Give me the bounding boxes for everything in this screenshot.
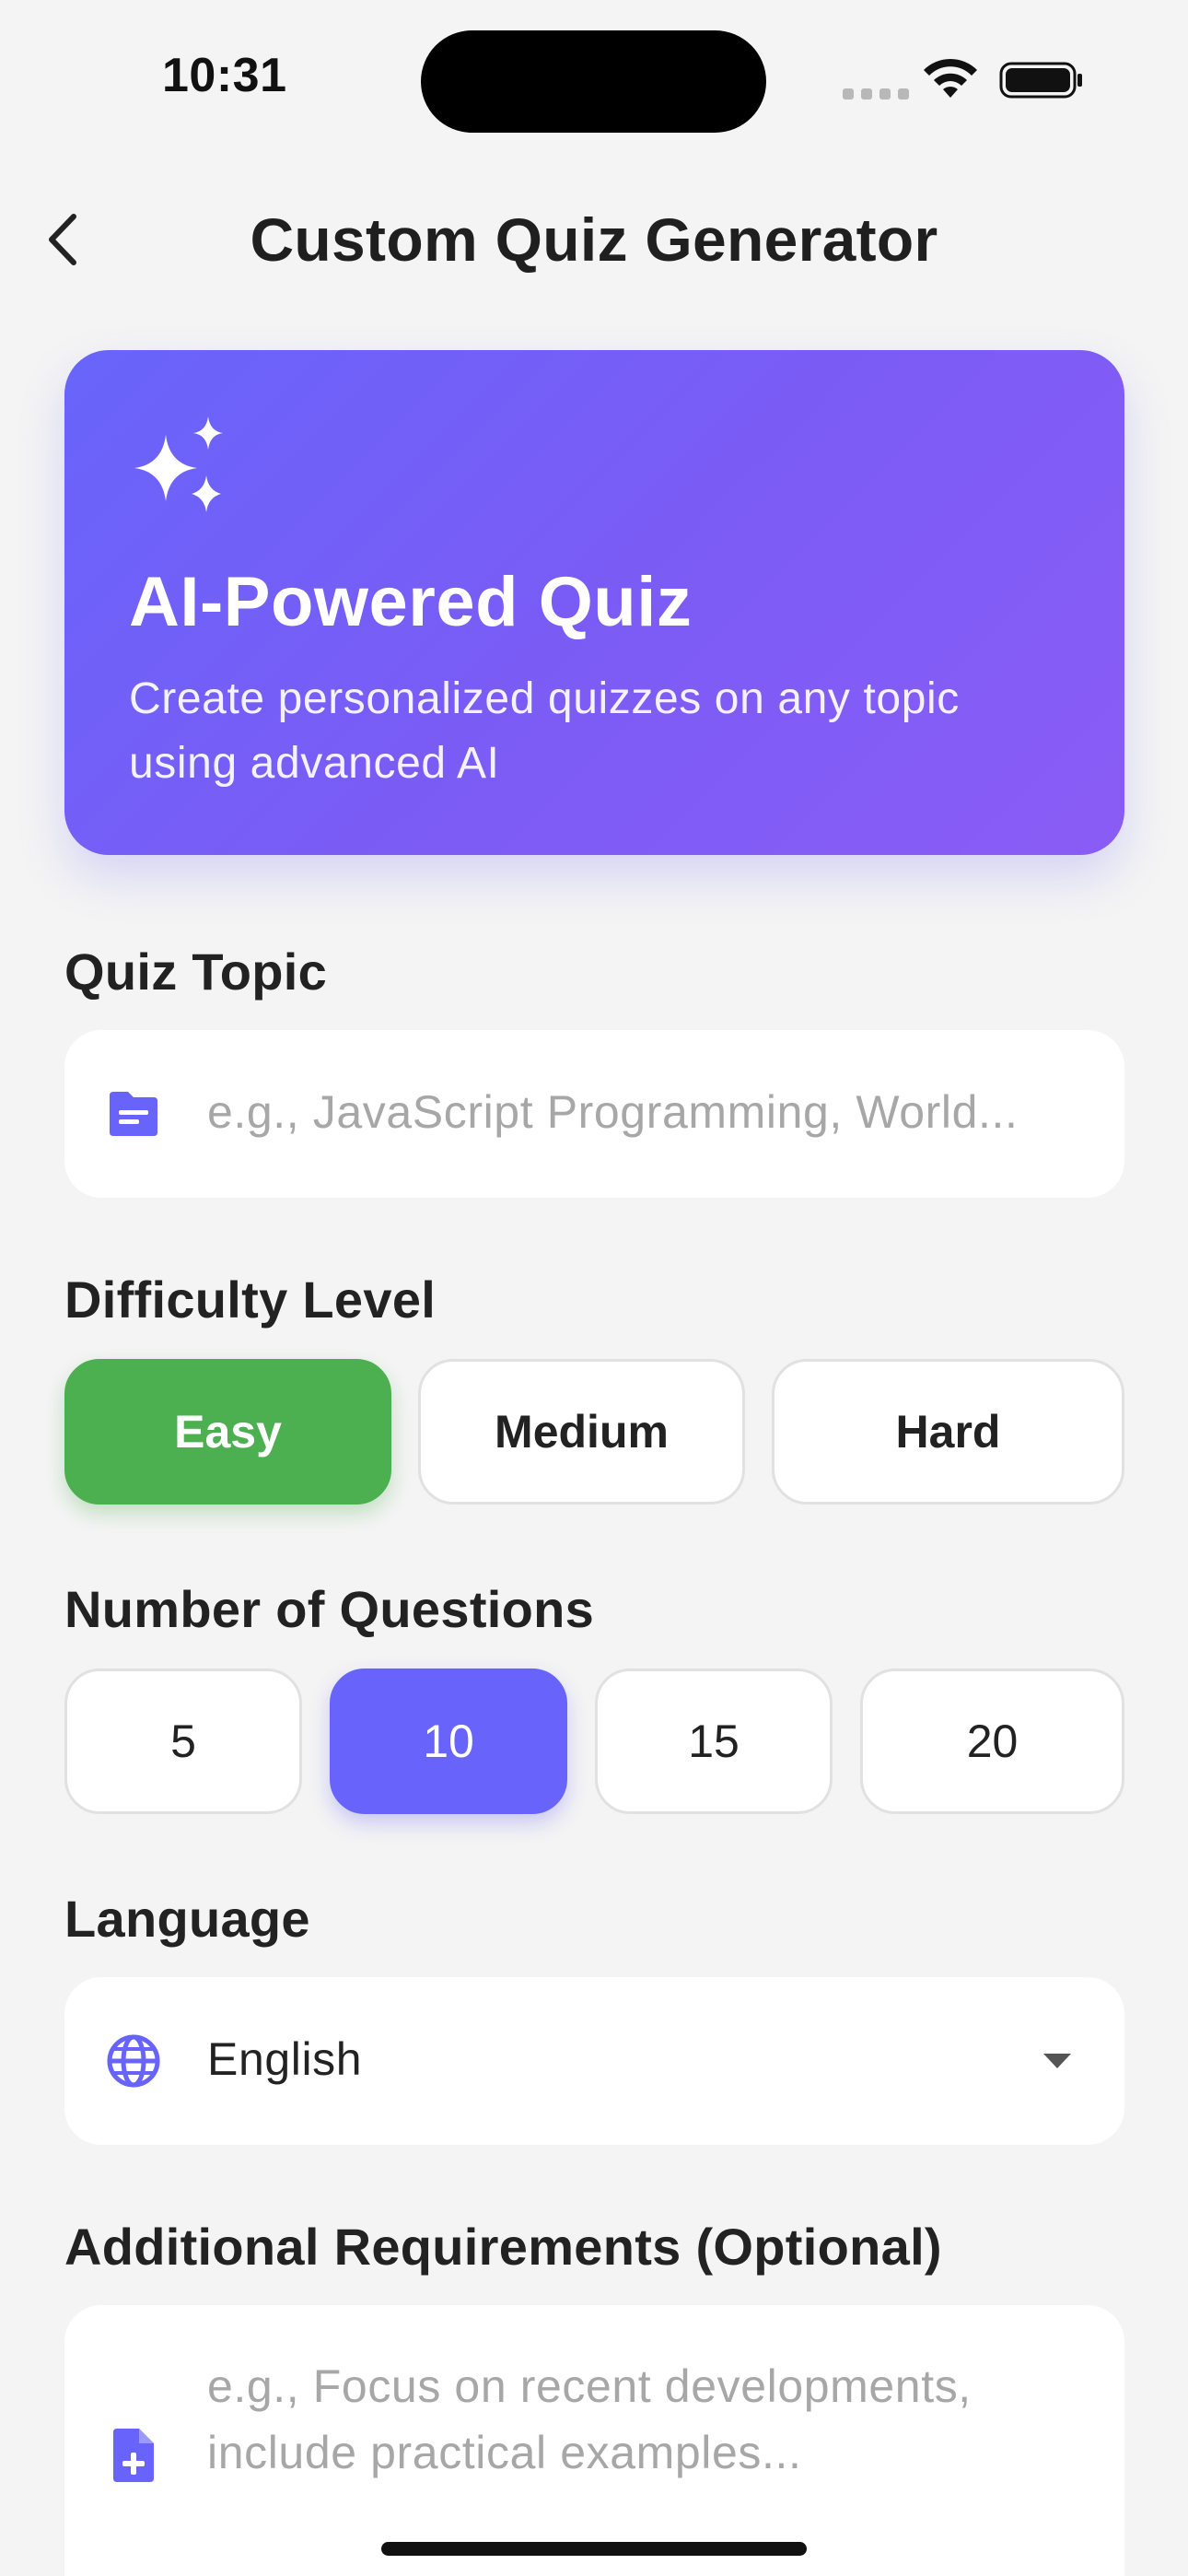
language-label: Language: [64, 1890, 310, 1948]
topic-placeholder: e.g., JavaScript Programming, World...: [207, 1086, 1019, 1138]
language-value: English: [207, 2033, 363, 2085]
requirements-textarea[interactable]: e.g., Focus on recent developments, incl…: [64, 2305, 1124, 2576]
questions-option-20[interactable]: 20: [860, 1669, 1124, 1814]
language-select[interactable]: English: [64, 1977, 1124, 2145]
requirements-placeholder: e.g., Focus on recent developments, incl…: [207, 2360, 972, 2478]
page-title: Custom Quiz Generator: [250, 205, 938, 274]
topic-label: Quiz Topic: [64, 943, 328, 1001]
requirements-label: Additional Requirements (Optional): [64, 2218, 942, 2276]
document-icon: [103, 1083, 164, 1144]
hero-title: AI-Powered Quiz: [129, 563, 693, 641]
questions-option-5[interactable]: 5: [64, 1669, 302, 1814]
home-indicator: [381, 2542, 807, 2556]
difficulty-easy-button[interactable]: Easy: [64, 1359, 391, 1505]
hero-subtitle: Create personalized quizzes on any topic…: [129, 674, 960, 788]
sparkles-icon: [134, 416, 223, 512]
questions-option-15[interactable]: 15: [595, 1669, 833, 1814]
cellular-signal-icon: [843, 88, 909, 100]
questions-option-10[interactable]: 10: [330, 1669, 567, 1814]
wifi-icon: [924, 58, 977, 98]
difficulty-medium-button[interactable]: Medium: [418, 1359, 745, 1505]
hero-card: AI-Powered Quiz Create personalized quiz…: [64, 350, 1124, 855]
file-plus-icon: [103, 2425, 164, 2486]
topic-input[interactable]: e.g., JavaScript Programming, World...: [64, 1030, 1124, 1198]
status-time: 10:31: [162, 49, 287, 102]
globe-icon: [103, 2031, 164, 2091]
caret-down-icon: [1043, 2054, 1071, 2068]
questions-label: Number of Questions: [64, 1580, 595, 1638]
quiz-generator-screen: 10:31 Custom Quiz Generator AI-Powered Q…: [0, 0, 1188, 2576]
battery-icon: [999, 62, 1082, 99]
difficulty-label: Difficulty Level: [64, 1270, 437, 1329]
dynamic-island: [421, 30, 766, 133]
difficulty-hard-button[interactable]: Hard: [772, 1359, 1124, 1505]
